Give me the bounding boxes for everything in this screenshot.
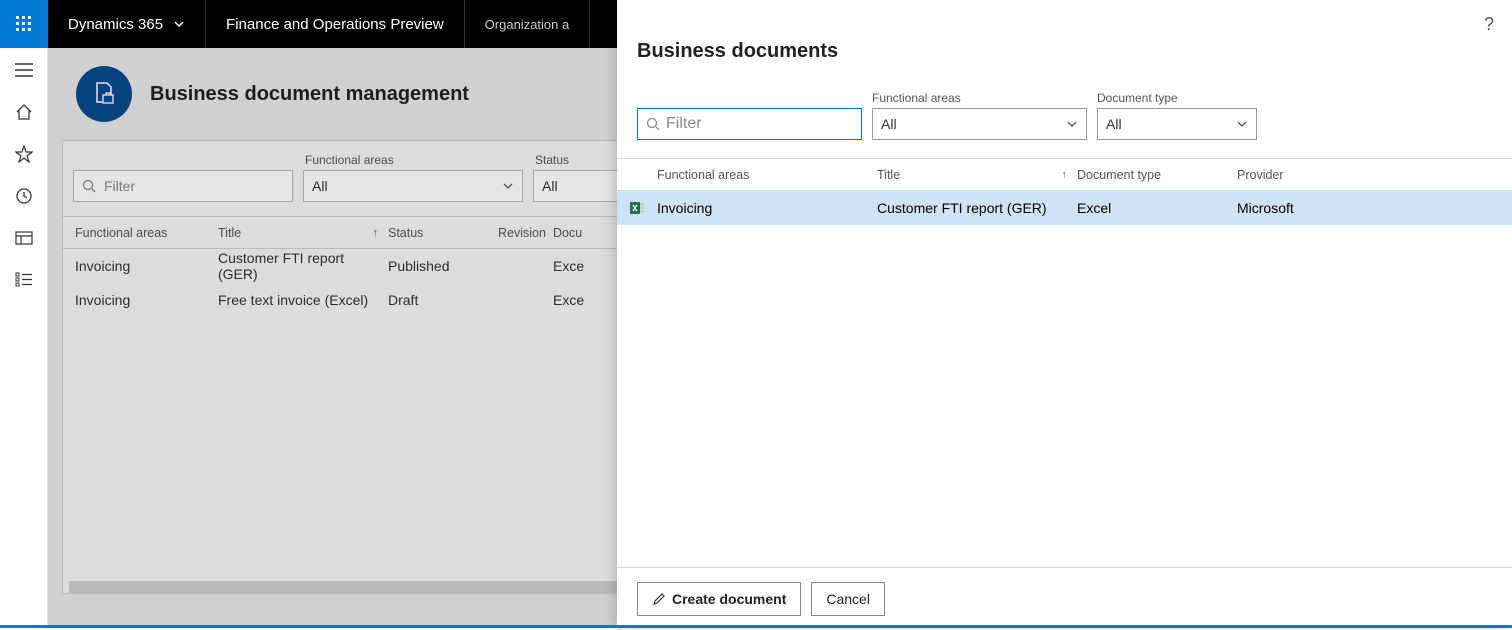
page-icon	[76, 66, 132, 122]
hamburger-icon	[15, 63, 33, 77]
modal-filter-row: Filter Functional areas All Document typ…	[617, 63, 1512, 150]
nav-recent-button[interactable]	[14, 186, 34, 206]
modal-document-type-label: Document type	[1097, 91, 1257, 105]
mcol-header-fa[interactable]: Functional areas	[657, 168, 877, 182]
col-header-document[interactable]: Docu	[553, 226, 613, 240]
search-icon	[646, 117, 660, 131]
bg-status-select[interactable]: All	[533, 170, 623, 202]
bg-status-label: Status	[533, 153, 623, 167]
page-title: Business document management	[150, 83, 469, 106]
bg-filter-input[interactable]: Filter	[73, 170, 293, 202]
excel-icon	[617, 200, 657, 216]
home-icon	[15, 103, 33, 121]
workspace-icon	[15, 231, 33, 245]
left-nav-rail	[0, 48, 48, 628]
chevron-down-icon	[1066, 118, 1078, 130]
modal-functional-areas-label: Functional areas	[872, 91, 1087, 105]
col-header-title[interactable]: Title ↑	[218, 226, 388, 240]
business-documents-modal: ? Business documents Filter Functional a…	[617, 0, 1512, 628]
document-briefcase-icon	[90, 80, 118, 108]
sort-ascending-icon: ↑	[373, 227, 379, 239]
modal-table: Functional areas Title ↑ Document type P…	[617, 158, 1512, 568]
chevron-down-icon	[1236, 118, 1248, 130]
product-subtitle: Finance and Operations Preview	[206, 0, 465, 48]
table-row[interactable]: Invoicing Customer FTI report (GER) Exce…	[617, 191, 1512, 225]
app-launcher-button[interactable]	[0, 0, 48, 48]
mcol-header-title[interactable]: Title ↑	[877, 168, 1077, 182]
modal-title: Business documents	[617, 0, 1512, 63]
nav-menu-button[interactable]	[14, 60, 34, 80]
modal-filter-input[interactable]: Filter	[637, 108, 862, 140]
sort-ascending-icon: ↑	[1062, 169, 1068, 181]
modal-functional-areas-select[interactable]: All	[872, 108, 1087, 140]
chevron-down-icon	[502, 180, 514, 192]
product-name: Dynamics 365	[68, 16, 163, 33]
search-icon	[82, 179, 96, 193]
pencil-icon	[652, 592, 666, 606]
nav-workspaces-button[interactable]	[14, 228, 34, 248]
mcol-header-provider[interactable]: Provider	[1237, 168, 1512, 182]
col-header-fa[interactable]: Functional areas	[63, 226, 218, 240]
nav-modules-button[interactable]	[14, 270, 34, 290]
nav-home-button[interactable]	[14, 102, 34, 122]
table-empty-area	[617, 225, 1512, 567]
clock-icon	[15, 187, 33, 205]
modal-document-type-select[interactable]: All	[1097, 108, 1257, 140]
breadcrumb[interactable]: Organization a	[465, 0, 591, 48]
col-header-revision[interactable]: Revision	[498, 226, 553, 240]
bg-functional-areas-select[interactable]: All	[303, 170, 523, 202]
star-icon	[15, 145, 33, 163]
modal-footer: Create document Cancel	[617, 568, 1512, 630]
chevron-down-icon	[173, 18, 185, 30]
nav-favorites-button[interactable]	[14, 144, 34, 164]
modal-table-head: Functional areas Title ↑ Document type P…	[617, 159, 1512, 191]
list-icon	[15, 272, 33, 288]
create-document-button[interactable]: Create document	[637, 582, 801, 616]
col-header-status[interactable]: Status	[388, 226, 498, 240]
mcol-header-doc[interactable]: Document type	[1077, 168, 1237, 182]
bg-functional-areas-label: Functional areas	[303, 153, 523, 167]
product-switcher[interactable]: Dynamics 365	[48, 0, 206, 48]
waffle-icon	[16, 16, 32, 32]
help-button[interactable]: ?	[1484, 14, 1494, 35]
cancel-button[interactable]: Cancel	[811, 582, 885, 616]
